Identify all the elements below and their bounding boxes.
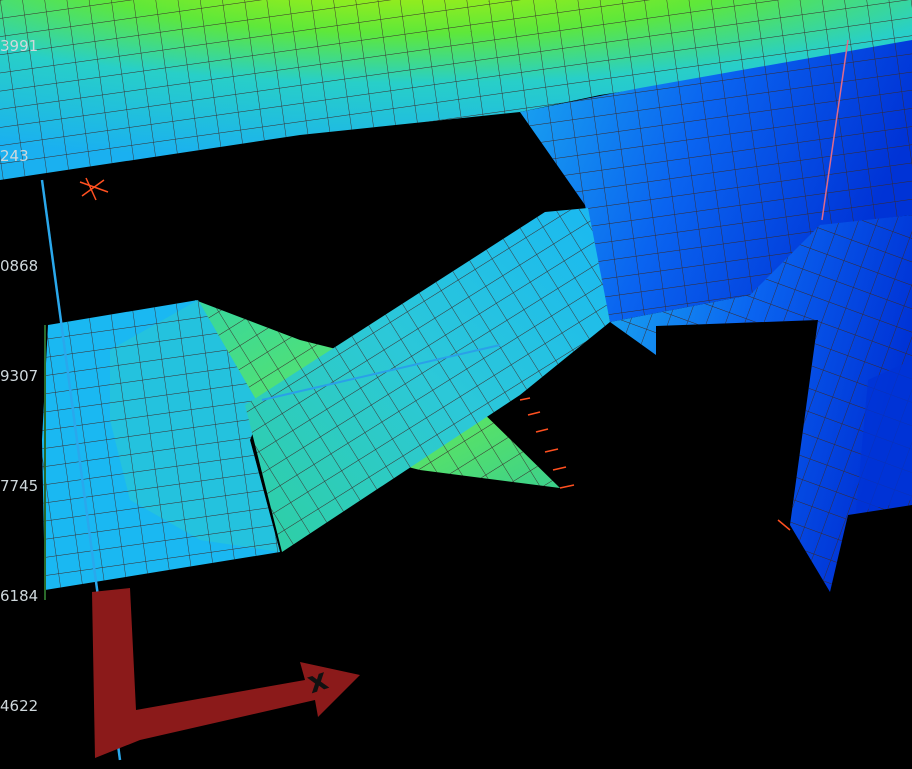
- legend-label: 243: [0, 147, 29, 165]
- legend-label: 9307: [0, 367, 39, 385]
- fea-mesh-viewport[interactable]: [0, 0, 912, 769]
- legend-label: 7745: [0, 477, 39, 495]
- diagonal-beam-mesh[interactable]: [245, 208, 610, 552]
- legend-label: 6184: [0, 587, 39, 605]
- legend-label: 3991: [0, 37, 39, 55]
- legend-label: 0868: [0, 257, 39, 275]
- legend-label: 4622: [0, 697, 39, 715]
